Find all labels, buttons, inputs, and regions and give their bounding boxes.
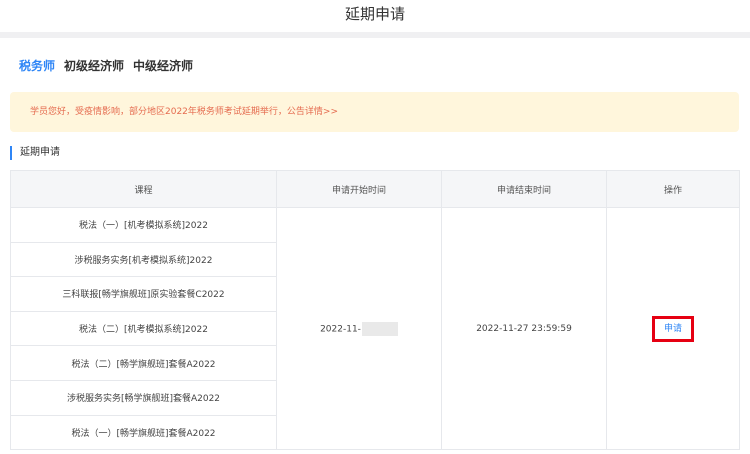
tab-tax-advisor[interactable]: 税务师 <box>19 57 55 75</box>
column-header-action: 操作 <box>606 170 740 208</box>
tab-intermediate-economist[interactable]: 中级经济师 <box>133 57 193 75</box>
table-row: 税法（一）[机考模拟系统]2022 2022-11- 2022-11-27 23… <box>10 206 740 451</box>
header-divider <box>0 32 750 38</box>
delay-application-table: 课程 申请开始时间 申请结束时间 操作 税法（一）[机考模拟系统]2022 20… <box>10 170 740 451</box>
redacted-mask <box>361 321 398 336</box>
action-cell: 申请 <box>606 206 740 451</box>
course-cell: 涉税服务实务[畅学旗舰班]套餐A2022 <box>10 379 277 416</box>
page-title: 延期申请 <box>344 5 405 23</box>
table-header-row: 课程 申请开始时间 申请结束时间 操作 <box>10 170 740 208</box>
course-cell: 三科联报[畅学旗舰班]原实验套餐C2022 <box>10 276 277 312</box>
section-title: 延期申请 <box>10 146 60 160</box>
course-cell: 税法（二）[畅学旗舰班]套餐A2022 <box>10 345 277 381</box>
end-time-cell: 2022-11-27 23:59:59 <box>441 206 607 451</box>
course-cell: 涉税服务实务[机考模拟系统]2022 <box>10 241 277 278</box>
course-cell: 税法（一）[机考模拟系统]2022 <box>10 207 277 243</box>
start-time-cell: 2022-11- <box>276 206 442 451</box>
column-header-start-time: 申请开始时间 <box>276 170 442 208</box>
apply-button[interactable]: 申请 <box>652 315 694 342</box>
notice-banner[interactable]: 学员您好，受疫情影响，部分地区2022年税务师考试延期举行，公告详情>> <box>10 92 739 132</box>
start-time-value: 2022-11- <box>320 324 361 335</box>
course-cell: 税法（一）[畅学旗舰班]套餐A2022 <box>10 414 277 451</box>
column-header-end-time: 申请结束时间 <box>441 170 607 208</box>
column-header-course: 课程 <box>10 170 277 208</box>
exam-tabs: 税务师 初级经济师 中级经济师 <box>19 57 193 75</box>
tab-junior-economist[interactable]: 初级经济师 <box>64 57 124 75</box>
course-cell: 税法（二）[机考模拟系统]2022 <box>10 310 277 347</box>
